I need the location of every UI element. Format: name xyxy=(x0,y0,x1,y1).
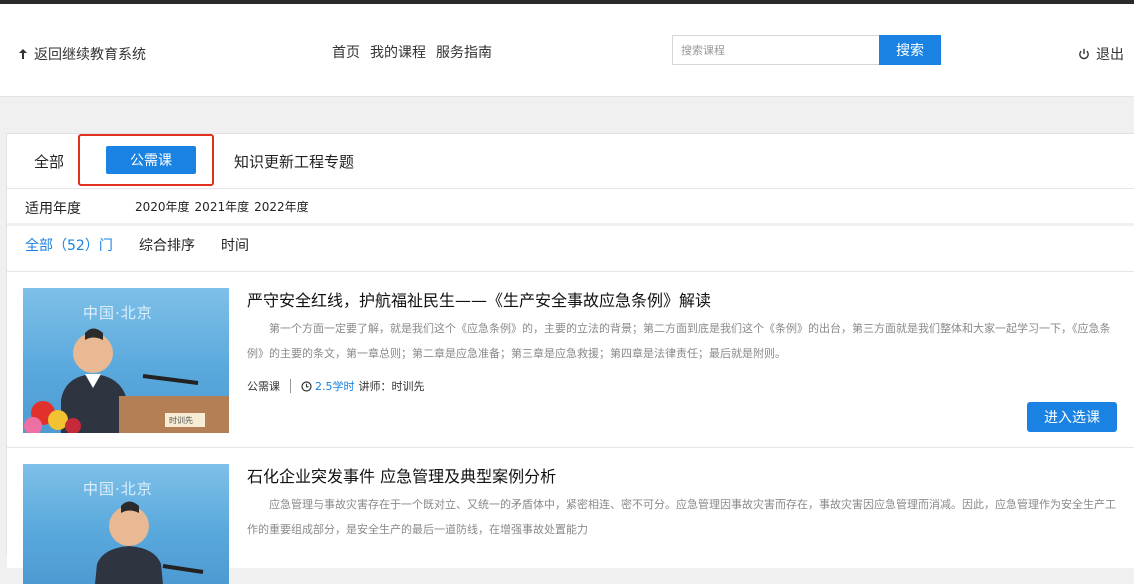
sort-time[interactable]: 时间 xyxy=(221,235,249,255)
course-meta: 公需课 2.5学时 讲师：时训先 xyxy=(247,378,425,394)
year-filter: 适用年度 2020年度 2021年度 2022年度 xyxy=(7,188,1134,224)
back-link[interactable]: 返回继续教育系统 xyxy=(18,44,146,64)
logout-link[interactable]: 退出 xyxy=(1078,44,1124,64)
main-nav: 首页 我的课程 服务指南 xyxy=(332,42,492,62)
course-thumbnail[interactable]: 中国·北京 xyxy=(23,464,229,584)
sort-comprehensive[interactable]: 综合排序 xyxy=(139,235,195,255)
svg-text:时训先: 时训先 xyxy=(169,415,193,425)
year-options: 2020年度 2021年度 2022年度 xyxy=(135,198,309,215)
course-description: 第一个方面一定要了解，就是我们这个《应急条例》的，主要的立法的背景；第二方面到底… xyxy=(247,322,1111,360)
search-button[interactable]: 搜索 xyxy=(879,35,941,65)
course-card: 中国·北京 时训先 严守安全红线，护航福祉民生——《生产安全事故应急条例》解读 … xyxy=(7,271,1134,448)
year-option-2021[interactable]: 2021年度 xyxy=(195,198,250,215)
tab-knowledge-update[interactable]: 知识更新工程专题 xyxy=(234,151,354,172)
logout-label: 退出 xyxy=(1096,47,1124,63)
search-box: 搜索 xyxy=(672,35,941,65)
sort-bar: 全部（52）门 综合排序 时间 xyxy=(7,226,1134,262)
course-type: 公需课 xyxy=(247,380,280,393)
sort-all-count[interactable]: 全部（52）门 xyxy=(25,235,113,255)
nav-my-courses[interactable]: 我的课程 xyxy=(370,42,426,62)
course-hours: 2.5学时 xyxy=(315,380,355,393)
course-lecturer: 讲师：时训先 xyxy=(358,380,425,393)
year-filter-label: 适用年度 xyxy=(25,201,81,217)
course-card: 中国·北京 石化企业突发事件 应急管理及典型案例分析 应急管理与事故灾害存在于一… xyxy=(7,447,1134,584)
lecturer-photo: 时训先 xyxy=(24,328,229,433)
power-icon xyxy=(1079,48,1089,60)
course-title[interactable]: 石化企业突发事件 应急管理及典型案例分析 xyxy=(247,463,556,487)
clock-icon xyxy=(301,380,312,392)
header-bar: 返回继续教育系统 首页 我的课程 服务指南 搜索 退出 xyxy=(0,4,1134,97)
course-description: 应急管理与事故灾害存在于一个既对立、又统一的矛盾体中，紧密相连、密不可分。应急管… xyxy=(247,498,1116,536)
nav-home[interactable]: 首页 xyxy=(332,42,360,62)
tab-public-course[interactable]: 公需课 xyxy=(106,146,196,174)
back-link-label: 返回继续教育系统 xyxy=(34,47,146,63)
course-panel: 全部 公需课 知识更新工程专题 适用年度 2020年度 2021年度 2022年… xyxy=(6,133,1134,584)
search-input[interactable] xyxy=(672,35,879,65)
tab-all[interactable]: 全部 xyxy=(34,151,64,172)
course-thumbnail[interactable]: 中国·北京 时训先 xyxy=(23,288,229,433)
category-tabs: 全部 公需课 知识更新工程专题 xyxy=(7,134,1134,186)
enroll-button[interactable]: 进入选课 xyxy=(1027,402,1117,432)
nav-service-guide[interactable]: 服务指南 xyxy=(436,42,492,62)
course-title[interactable]: 严守安全红线，护航福祉民生——《生产安全事故应急条例》解读 xyxy=(247,287,711,311)
meta-divider xyxy=(290,379,291,393)
year-option-2020[interactable]: 2020年度 xyxy=(135,198,190,215)
arrow-back-icon xyxy=(19,49,27,59)
lecturer-photo xyxy=(95,501,204,584)
year-option-2022[interactable]: 2022年度 xyxy=(254,198,309,215)
